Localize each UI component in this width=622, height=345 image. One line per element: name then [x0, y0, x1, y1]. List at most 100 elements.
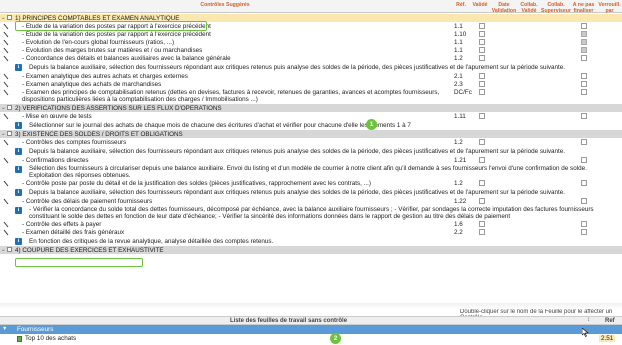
- valid-checkbox[interactable]: [479, 229, 485, 235]
- valid-checkbox[interactable]: [479, 31, 485, 37]
- control-ref: 2.3: [454, 80, 463, 88]
- expand-caret-icon[interactable]: ⌄: [1, 15, 6, 21]
- col-date-validation: Date Validation: [491, 2, 517, 14]
- control-row[interactable]: - Contrôle des délais de paiement fourni…: [0, 197, 622, 205]
- section-title: 3) EXISTENCE DES SOLDES / DROITS ET OBLI…: [15, 130, 183, 138]
- tick-icon: [3, 23, 9, 30]
- control-label: - Contrôle des effets à payer: [22, 220, 102, 228]
- valid-checkbox[interactable]: [479, 198, 485, 204]
- info-row[interactable]: i En fonction des critiques de la revue a…: [0, 236, 622, 246]
- info-row[interactable]: i Sélection des fournisseurs à circularis…: [0, 164, 622, 179]
- info-row[interactable]: i Depuis la balance auxiliaire, sélection…: [0, 187, 622, 197]
- valid-checkbox[interactable]: [479, 221, 485, 227]
- section-checkbox[interactable]: [7, 15, 12, 20]
- control-row[interactable]: - Examen des principes de comptabilisati…: [0, 88, 622, 104]
- section-row[interactable]: ⌄ 4) COUPURE DES EXERCICES ET EXHAUSTIVIT…: [0, 246, 622, 254]
- valid-checkbox[interactable]: [479, 55, 485, 61]
- group-label: Fournisseurs: [17, 326, 54, 333]
- list-title: Liste des feuilles de travail sans contr…: [230, 318, 348, 324]
- not-signed-checkbox[interactable]: [581, 157, 587, 163]
- info-row[interactable]: i Depuis la balance auxiliaire, sélection…: [0, 146, 622, 156]
- tick-icon: [3, 39, 9, 46]
- section-title: 4) COUPURE DES EXERCICES ET EXHAUSTIVITE: [15, 246, 164, 254]
- tick-icon: [3, 31, 9, 38]
- section-checkbox[interactable]: [7, 105, 12, 110]
- control-label: - Contrôle des délais de paiement fourni…: [22, 197, 153, 205]
- control-label: - Mise en œuvre de tests: [22, 112, 92, 120]
- control-row[interactable]: - Contrôle des effets à payer 1.6: [0, 220, 622, 228]
- expand-caret-icon[interactable]: ⌄: [1, 105, 6, 111]
- expand-caret-icon[interactable]: ⌄: [1, 247, 6, 253]
- valid-checkbox[interactable]: [479, 157, 485, 163]
- grid-header: Contrôles Suggérés Réf. Validé Date Vali…: [0, 0, 622, 13]
- highlight-box-row-1: [15, 21, 207, 31]
- control-row[interactable]: - Evolution des marges brutes sur matièr…: [0, 46, 622, 54]
- control-row[interactable]: - Examen analytique des autres achats et…: [0, 72, 622, 80]
- info-text: Sélection des fournisseurs à circularise…: [29, 164, 587, 179]
- sort-icon[interactable]: ↕: [587, 317, 590, 323]
- group-row-fournisseurs[interactable]: ▼ Fournisseurs: [0, 325, 622, 334]
- control-row[interactable]: - Contrôles des comptes fournisseurs 1.2: [0, 138, 622, 146]
- control-label: - Confirmations directes: [22, 156, 89, 164]
- not-signed-checkbox[interactable]: [581, 89, 587, 95]
- info-row[interactable]: i Depuis la balance auxiliaire, sélection…: [0, 62, 622, 72]
- not-signed-checkbox[interactable]: [581, 113, 587, 119]
- valid-checkbox[interactable]: [479, 89, 485, 95]
- not-signed-checkbox[interactable]: [581, 55, 587, 61]
- control-ref: 1.21: [454, 156, 467, 164]
- control-row[interactable]: - Examen détaillé des frais généraux 2.2: [0, 228, 622, 236]
- valid-checkbox[interactable]: [479, 113, 485, 119]
- section-checkbox[interactable]: [7, 247, 12, 252]
- control-ref: 1.2: [454, 179, 463, 187]
- not-signed-checkbox[interactable]: [581, 221, 587, 227]
- info-text: - Vérifier la concordance du solde total…: [29, 205, 594, 220]
- collapse-icon[interactable]: ▼: [2, 326, 7, 332]
- not-signed-checkbox[interactable]: [581, 229, 587, 235]
- section-row[interactable]: ⌄ 2) VERIFICATIONS DES ASSERTIONS SUR LES…: [0, 104, 622, 112]
- callout-badge-2: 2: [330, 333, 341, 344]
- control-label: - Evolution de l'en-cours global fournis…: [22, 38, 175, 46]
- info-row[interactable]: i Sélectionner sur le journal des achats …: [0, 120, 622, 130]
- not-signed-checkbox[interactable]: [581, 73, 587, 79]
- ref-header[interactable]: Ref: [605, 318, 615, 324]
- control-row[interactable]: - Contrôle poste par poste du détail et …: [0, 179, 622, 187]
- not-signed-checkbox[interactable]: [581, 198, 587, 204]
- section-checkbox[interactable]: [7, 131, 12, 136]
- not-signed-checkbox[interactable]: [581, 39, 587, 45]
- tick-icon: [3, 89, 9, 96]
- control-row[interactable]: - Concordance des détails et balances au…: [0, 54, 622, 62]
- tick-icon: [3, 73, 9, 80]
- not-signed-checkbox[interactable]: [581, 81, 587, 87]
- control-row[interactable]: - Confirmations directes 1.21: [0, 156, 622, 164]
- section-row[interactable]: ⌄ 3) EXISTENCE DES SOLDES / DROITS ET OBL…: [0, 130, 622, 138]
- info-row[interactable]: i - Vérifier la concordance du solde tota…: [0, 205, 622, 220]
- valid-checkbox[interactable]: [479, 81, 485, 87]
- valid-checkbox[interactable]: [479, 23, 485, 29]
- not-signed-checkbox[interactable]: [581, 31, 587, 37]
- valid-checkbox[interactable]: [479, 73, 485, 79]
- worksheet-icon: [17, 336, 22, 342]
- col-verrouille: Verrouill. par: [598, 2, 621, 14]
- valid-checkbox[interactable]: [479, 39, 485, 45]
- expand-caret-icon[interactable]: ⌄: [1, 131, 6, 137]
- not-signed-checkbox[interactable]: [581, 139, 587, 145]
- info-icon: i: [15, 165, 22, 173]
- control-row[interactable]: - Mise en œuvre de tests 1.11: [0, 112, 622, 120]
- not-signed-checkbox[interactable]: [581, 23, 587, 29]
- info-icon: i: [15, 121, 22, 129]
- info-text: En fonction des critiques de la revue an…: [29, 237, 274, 245]
- valid-checkbox[interactable]: [479, 180, 485, 186]
- control-row[interactable]: - Etude de la variation des postes par r…: [0, 30, 622, 38]
- tick-icon: [3, 198, 9, 205]
- valid-checkbox[interactable]: [479, 47, 485, 53]
- info-text: Depuis la balance auxiliaire, sélection …: [29, 188, 566, 196]
- control-label: - Examen des principes de comptabilisati…: [22, 88, 440, 103]
- control-row[interactable]: - Examen analytique des achats de marcha…: [0, 80, 622, 88]
- not-signed-checkbox[interactable]: [581, 47, 587, 53]
- valid-checkbox[interactable]: [479, 139, 485, 145]
- list-item-top10[interactable]: Top 10 des achats 2.51: [0, 334, 622, 343]
- not-signed-checkbox[interactable]: [581, 180, 587, 186]
- control-row[interactable]: - Evolution de l'en-cours global fournis…: [0, 38, 622, 46]
- col-not-signed: A ne pas finaliser: [572, 2, 595, 14]
- info-text: Sélectionner sur le journal des achats d…: [29, 121, 411, 129]
